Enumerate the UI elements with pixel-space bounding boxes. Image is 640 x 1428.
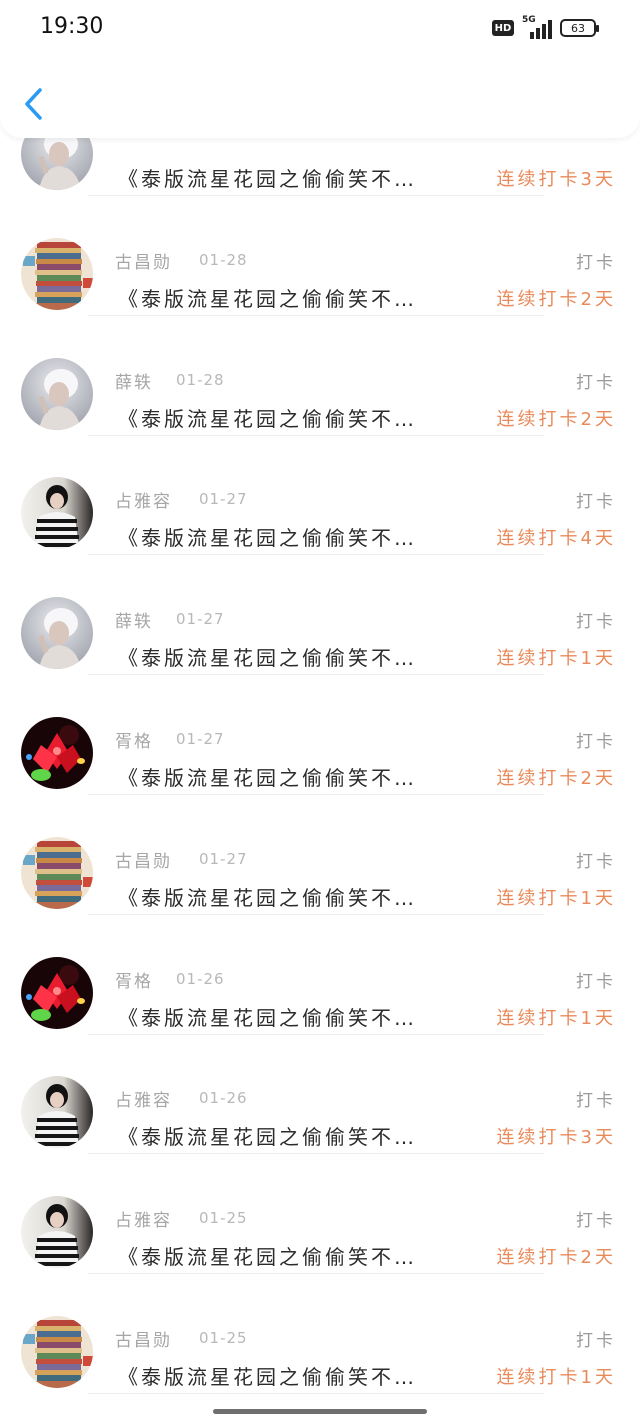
top-bar: 19:30 HD 5G 63 [0, 0, 640, 138]
checkin-record-row[interactable]: 古昌勋 01-25 打卡《泰版流星花园之偷偷笑不… 连续打卡1天 [0, 1292, 640, 1412]
checkin-record-row[interactable]: 薛轶 01-28 打卡《泰版流星花园之偷偷笑不… 连续打卡2天 [0, 334, 640, 454]
checkin-record-row[interactable]: 薛轶 01-27 打卡《泰版流星花园之偷偷笑不… 连续打卡1天 [0, 573, 640, 693]
streak-label: 连续打卡3天 [496, 169, 616, 190]
user-name: 古昌勋 [115, 1331, 172, 1351]
record-type-label: 打卡 [576, 971, 616, 992]
row-divider [88, 1393, 544, 1394]
checkin-record-list[interactable]: 《泰版流星花园之偷偷笑不… 连续打卡3天 古昌勋 01-28 打卡 《泰版流星花园之偷偷笑… [0, 0, 640, 1428]
user-name: 胥格 [115, 971, 153, 992]
book-title[interactable]: 《泰版流星花园之偷偷笑不… [118, 522, 470, 551]
book-title[interactable]: 《泰版流星花园之偷偷笑不… [118, 882, 470, 911]
book-title[interactable]: 《泰版流星花园之偷偷笑不… [118, 283, 470, 312]
user-name: 古昌勋 [115, 851, 172, 872]
user-avatar[interactable] [21, 477, 93, 550]
book-title[interactable]: 《泰版流星花园之偷偷笑不… [118, 163, 470, 192]
checkin-record-row[interactable]: 古昌勋 01-28 打卡《泰版流星花园之偷偷笑不… 连续打卡2天 [0, 214, 640, 334]
streak-label: 连续打卡1天 [496, 887, 616, 909]
home-indicator[interactable] [213, 1409, 427, 1414]
record-type-label: 打卡 [576, 1331, 616, 1351]
streak-label: 连续打卡2天 [496, 1247, 616, 1269]
user-avatar[interactable] [21, 1316, 93, 1388]
checkin-date: 01-28 [199, 250, 248, 269]
row-divider [88, 1033, 544, 1035]
record-type-label: 打卡 [576, 851, 616, 872]
checkin-record-row[interactable]: 占雅容 01-26 打卡《泰版流星花园之偷偷笑不… 连续打卡3天 [0, 1052, 640, 1172]
back-button[interactable] [18, 84, 52, 124]
checkin-date: 01-27 [176, 610, 225, 629]
row-divider [88, 794, 544, 795]
user-avatar[interactable] [21, 597, 93, 670]
user-avatar[interactable] [21, 956, 93, 1029]
user-name: 占雅容 [115, 492, 172, 513]
row-divider [88, 913, 544, 915]
record-type-label: 打卡 [576, 1211, 616, 1232]
book-title[interactable]: 《泰版流星花园之偷偷笑不… [118, 403, 470, 432]
record-type-label: 打卡 [576, 1091, 616, 1112]
checkin-record-row[interactable]: 古昌勋 01-27 打卡《泰版流星花园之偷偷笑不… 连续打卡1天 [0, 813, 640, 933]
signal-icon: 5G [522, 15, 552, 39]
battery-level: 63 [571, 21, 585, 35]
streak-label: 连续打卡2天 [496, 768, 616, 789]
book-title[interactable]: 《泰版流星花园之偷偷笑不… [118, 1002, 470, 1031]
checkin-date: 01-25 [199, 1329, 248, 1347]
checkin-record-row[interactable]: 占雅容 01-25 打卡《泰版流星花园之偷偷笑不… 连续打卡2天 [0, 1172, 640, 1292]
user-name: 胥格 [115, 732, 153, 752]
user-name: 占雅容 [115, 1211, 172, 1232]
user-avatar[interactable] [21, 237, 93, 310]
checkin-date: 01-26 [199, 1089, 248, 1108]
record-type-label: 打卡 [576, 732, 616, 752]
user-name: 薛轶 [115, 372, 153, 393]
hd-icon: HD [492, 20, 514, 36]
row-divider [88, 674, 544, 676]
checkin-record-row[interactable]: 占雅容 01-27 打卡《泰版流星花园之偷偷笑不… 连续打卡4天 [0, 453, 640, 573]
user-avatar[interactable] [21, 1196, 93, 1269]
checkin-date: 01-27 [199, 849, 248, 868]
chevron-left-icon [25, 88, 42, 120]
streak-label: 连续打卡1天 [496, 1007, 616, 1029]
checkin-date: 01-25 [199, 1209, 248, 1228]
user-name: 薛轶 [115, 612, 153, 633]
book-title[interactable]: 《泰版流星花园之偷偷笑不… [118, 642, 470, 671]
battery-icon: 63 [560, 19, 599, 37]
system-nav-bar [0, 1398, 640, 1428]
user-avatar[interactable] [21, 717, 93, 789]
record-type-label: 打卡 [576, 372, 616, 393]
streak-label: 连续打卡1天 [496, 1367, 616, 1388]
row-divider [88, 1153, 544, 1155]
checkin-record-row[interactable]: 胥格 01-27 打卡《泰版流星花园之偷偷笑不… 连续打卡2天 [0, 693, 640, 813]
user-avatar[interactable] [21, 357, 93, 430]
checkin-date: 01-27 [199, 490, 248, 509]
book-title[interactable]: 《泰版流星花园之偷偷笑不… [118, 762, 470, 791]
record-type-label: 打卡 [576, 252, 616, 273]
book-title[interactable]: 《泰版流星花园之偷偷笑不… [118, 1121, 470, 1150]
row-divider [88, 554, 544, 556]
row-divider [88, 195, 544, 196]
checkin-record-row[interactable]: 胥格 01-26 打卡《泰版流星花园之偷偷笑不… 连续打卡1天 [0, 933, 640, 1053]
streak-label: 连续打卡2天 [496, 408, 616, 430]
streak-label: 连续打卡1天 [496, 648, 616, 670]
user-name: 古昌勋 [115, 252, 172, 273]
streak-label: 连续打卡2天 [496, 288, 616, 310]
user-avatar[interactable] [21, 836, 93, 909]
streak-label: 连续打卡4天 [496, 528, 616, 550]
user-name: 占雅容 [115, 1091, 172, 1112]
row-divider [88, 314, 544, 316]
checkin-date: 01-27 [176, 730, 225, 748]
status-icons: HD 5G 63 [492, 15, 599, 40]
row-divider [88, 434, 544, 436]
row-divider [88, 1273, 544, 1275]
record-type-label: 打卡 [576, 612, 616, 633]
book-title[interactable]: 《泰版流星花园之偷偷笑不… [118, 1361, 470, 1390]
streak-label: 连续打卡3天 [496, 1127, 616, 1149]
checkin-date: 01-26 [176, 969, 225, 988]
record-type-label: 打卡 [576, 492, 616, 513]
checkin-date: 01-28 [176, 370, 225, 389]
user-avatar[interactable] [21, 1076, 93, 1149]
status-time: 19:30 [40, 14, 104, 39]
book-title[interactable]: 《泰版流星花园之偷偷笑不… [118, 1241, 470, 1270]
